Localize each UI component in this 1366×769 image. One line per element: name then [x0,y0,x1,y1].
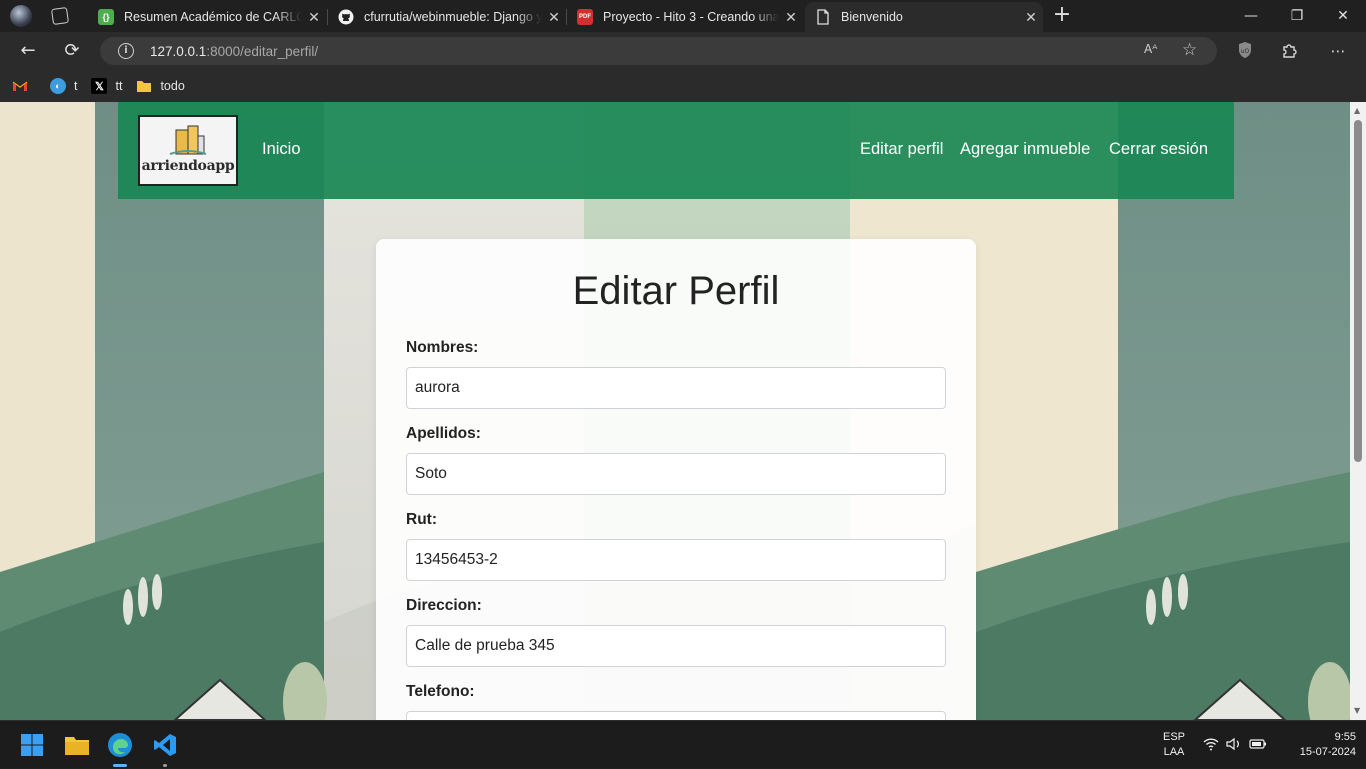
pdf-favicon: PDF [577,9,593,25]
rut-input[interactable]: 13456453-2 [406,539,946,581]
tab-title: Resumen Académico de CARLOS [124,10,302,24]
read-aloud-icon[interactable]: Aᴬ [1144,42,1157,56]
apellidos-label: Apellidos: [406,425,481,442]
direccion-label: Direccion: [406,597,482,614]
scroll-thumb[interactable] [1354,120,1362,462]
direccion-input[interactable]: Calle de prueba 345 [406,625,946,667]
tab-resumen[interactable]: {} Resumen Académico de CARLOS ✕ [88,2,326,32]
url-path: :8000/editar_perfil/ [206,43,319,59]
rut-label: Rut: [406,511,437,528]
apellidos-input[interactable]: Soto [406,453,946,495]
nav-inicio[interactable]: Inicio [262,140,301,159]
x-icon: 𝕏 [91,78,108,94]
windows-start-icon[interactable] [16,729,48,761]
url-host: 127.0.0.1 [150,43,207,59]
edge-browser-icon[interactable] [104,729,136,767]
telefono-input[interactable] [406,711,946,720]
nombres-input[interactable]: aurora [406,367,946,409]
volume-icon [1226,737,1242,754]
shield-icon[interactable]: uO [1235,41,1255,61]
tab-strip: {} Resumen Académico de CARLOS ✕ cfurrut… [0,0,1366,32]
windows-taskbar: ESP LAA 9:55 15-07-2024 [0,720,1366,768]
minimize-button[interactable]: — [1228,0,1274,32]
page-favicon [815,9,831,25]
bookmark-folder-todo[interactable]: todo [136,78,185,94]
close-window-button[interactable]: ✕ [1320,0,1366,32]
close-tab-icon[interactable]: ✕ [302,9,326,26]
profile-avatar[interactable] [10,5,32,27]
page-title: Editar Perfil [572,269,780,313]
wifi-icon [1203,737,1219,754]
restore-button[interactable]: ❐ [1274,0,1320,32]
tab-bienvenido[interactable]: Bienvenido ✕ [805,2,1043,32]
lang-code: ESP [1162,731,1185,743]
tab-title: cfurrutia/webinmueble: Django y [364,10,542,24]
github-favicon [338,9,354,25]
nav-agregar-inmueble[interactable]: Agregar inmueble [960,140,1090,159]
close-tab-icon[interactable]: ✕ [779,9,803,26]
scroll-up-arrow[interactable]: ▲ [1354,106,1360,115]
workspaces-icon[interactable] [50,6,70,26]
favorite-star-icon[interactable]: ☆ [1182,40,1197,60]
bookmark-label: t [74,79,78,93]
nombres-label: Nombres: [406,339,479,356]
more-menu-icon[interactable]: ⋯ [1328,41,1348,61]
folder-icon [136,78,152,94]
bookmark-label: todo [160,79,185,93]
system-tray[interactable] [1200,721,1270,769]
vscode-icon[interactable] [149,729,181,767]
bookmark-t[interactable]: ◐ t [50,78,77,94]
nav-editar-perfil[interactable]: Editar perfil [860,140,943,159]
bookmark-gmail[interactable] [12,78,36,94]
tab-title: Bienvenido [841,10,903,24]
url-text[interactable]: 127.0.0.1:8000/editar_perfil/ [150,44,318,59]
clock-date: 15-07-2024 [1299,746,1356,758]
tab-title: Proyecto - Hito 3 - Creando una [603,10,779,24]
back-button[interactable]: ← [14,38,42,64]
overleaf-favicon: {} [98,9,114,25]
site-logo[interactable]: arriendoapp [138,115,238,186]
clock-time: 9:55 [1334,731,1356,743]
keyboard-layout: LAA [1163,746,1185,758]
nav-cerrar-sesion[interactable]: Cerrar sesión [1109,140,1208,159]
scroll-down-arrow[interactable]: ▼ [1354,706,1360,715]
browser-toolbar: ← ⟳ i 127.0.0.1:8000/editar_perfil/ Aᴬ ☆… [0,32,1366,70]
bookmark-label: tt [115,79,123,93]
edit-profile-card: Editar Perfil Nombres: aurora Apellidos:… [376,239,976,720]
logo-text: arriendoapp [141,158,235,174]
file-explorer-icon[interactable] [61,729,93,761]
clock[interactable]: 9:55 15-07-2024 [1276,721,1356,769]
tab-proyecto[interactable]: PDF Proyecto - Hito 3 - Creando una ✕ [567,2,803,32]
new-tab-button[interactable]: + [1050,4,1074,28]
address-bar[interactable]: i 127.0.0.1:8000/editar_perfil/ Aᴬ ☆ [100,37,1217,65]
svg-text:uO: uO [1241,48,1250,55]
bookmarks-bar: ◐ t 𝕏 tt todo [0,70,1366,102]
edge-globe-icon: ◐ [50,78,66,94]
battery-icon [1249,738,1267,753]
close-tab-icon[interactable]: ✕ [1019,9,1043,26]
language-indicator[interactable]: ESP LAA [1156,721,1192,769]
bookmark-tt[interactable]: 𝕏 tt [91,78,122,94]
page-viewport: arriendoapp Inicio Editar perfil Agregar… [0,102,1350,720]
site-navbar: arriendoapp Inicio Editar perfil Agregar… [118,102,1234,199]
site-info-icon[interactable]: i [118,43,134,59]
tab-github[interactable]: cfurrutia/webinmueble: Django y ✕ [328,2,566,32]
building-icon [169,125,207,155]
extensions-icon[interactable] [1279,41,1299,61]
page-scrollbar[interactable]: ▲ ▼ [1350,102,1366,720]
refresh-button[interactable]: ⟳ [58,38,86,64]
close-tab-icon[interactable]: ✕ [542,9,566,26]
telefono-label: Telefono: [406,683,475,700]
gmail-icon [12,78,28,94]
